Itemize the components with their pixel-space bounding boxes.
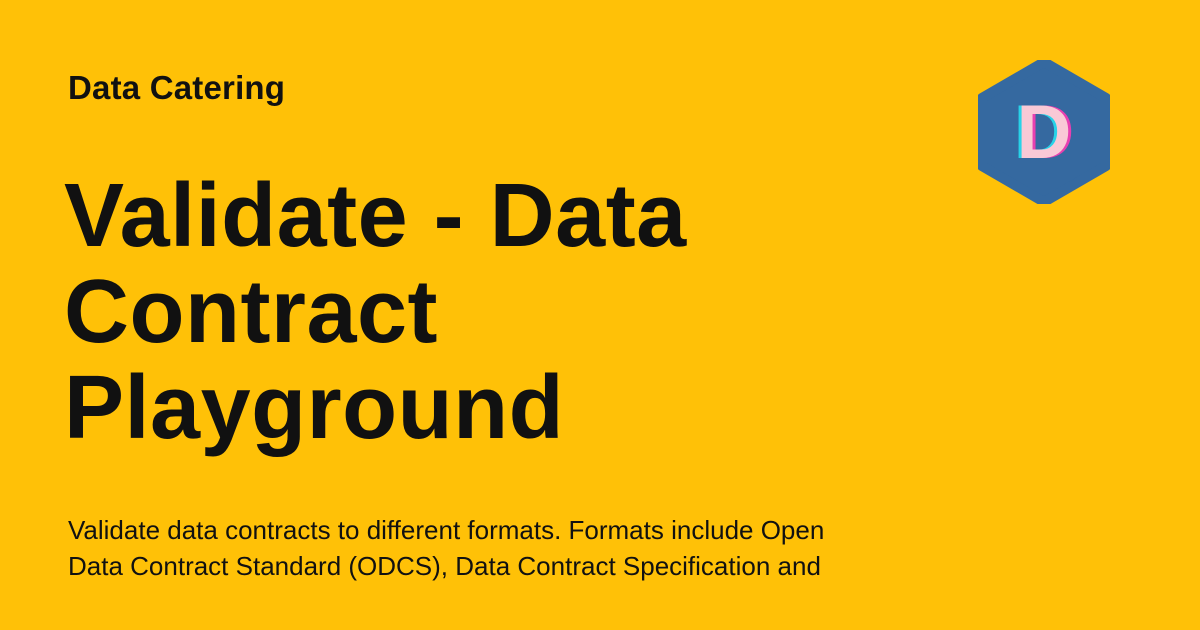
- page-title-line: Contract: [64, 262, 439, 362]
- page-description: Validate data contracts to different for…: [68, 512, 948, 584]
- page-title: Validate - Data Contract Playground: [64, 168, 824, 456]
- page-title-line: Validate - Data: [64, 166, 687, 266]
- hexagon-logo-icon: D D D: [978, 60, 1110, 204]
- description-line: Data Contract Standard (ODCS), Data Cont…: [68, 551, 821, 581]
- logo-letter: D: [1017, 90, 1072, 175]
- site-name: Data Catering: [68, 69, 286, 106]
- page-title-line: Playground: [64, 358, 565, 458]
- description-line: Validate data contracts to different for…: [68, 515, 825, 545]
